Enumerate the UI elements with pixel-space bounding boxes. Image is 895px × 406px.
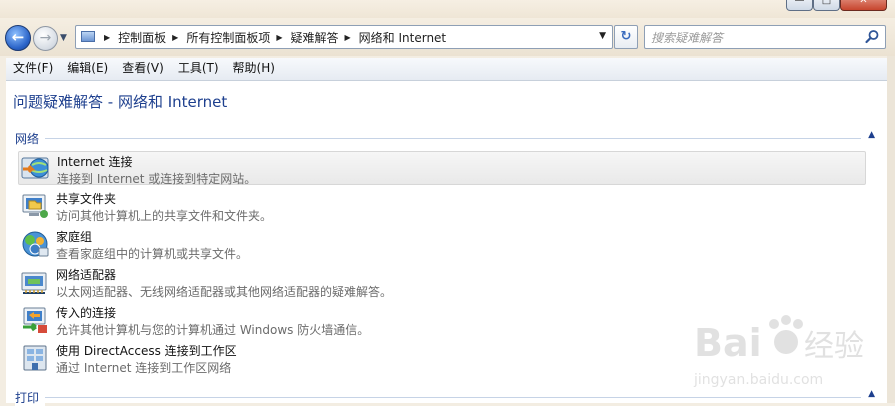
search-input[interactable] — [649, 28, 863, 48]
control-panel-icon — [81, 31, 95, 42]
forward-button[interactable]: → — [33, 26, 58, 51]
breadcrumb-separator[interactable]: ▶ — [276, 33, 282, 42]
internet-connection-icon — [21, 157, 49, 179]
breadcrumb-item-current[interactable]: 网络和 Internet — [359, 29, 446, 46]
item-description: 通过 Internet 连接到工作区网络 — [56, 361, 232, 375]
list-item-internet-connection[interactable]: Internet 连接 连接到 Internet 或连接到特定网站。 — [18, 151, 866, 186]
list-item-shared-folders[interactable]: 共享文件夹 访问其他计算机上的共享文件和文件夹。 — [18, 189, 866, 223]
menu-bar: 文件(F) 编辑(E) 查看(V) 工具(T) 帮助(H) — [6, 58, 887, 81]
item-title[interactable]: 传入的连接 — [56, 304, 116, 321]
item-title[interactable]: 网络适配器 — [56, 266, 116, 283]
recent-pages-dropdown[interactable]: ▼ — [60, 33, 67, 43]
group-label: 打印 — [15, 389, 46, 406]
page-title: 问题疑难解答 - 网络和 Internet — [13, 93, 228, 111]
watermark-url: jingyan.baidu.com — [693, 372, 823, 388]
item-description: 连接到 Internet 或连接到特定网站。 — [57, 172, 257, 186]
menu-file[interactable]: 文件(F) — [6, 58, 60, 80]
directaccess-icon — [23, 345, 47, 371]
item-title[interactable]: 使用 DirectAccess 连接到工作区 — [56, 342, 237, 359]
breadcrumb-separator[interactable]: ▶ — [104, 33, 110, 42]
group-header-network[interactable]: 网络 ▲ — [15, 130, 875, 147]
network-adapter-icon — [21, 272, 47, 294]
back-button[interactable]: ← — [5, 25, 31, 51]
menu-view[interactable]: 查看(V) — [115, 58, 171, 80]
item-description: 查看家庭组中的计算机或共享文件。 — [56, 247, 249, 261]
item-description: 访问其他计算机上的共享文件和文件夹。 — [56, 209, 273, 223]
address-history-dropdown[interactable]: ▼ — [599, 31, 606, 41]
paw-icon — [769, 315, 803, 354]
breadcrumb-item[interactable]: 疑难解答 — [291, 29, 339, 46]
search-icon[interactable] — [864, 29, 880, 45]
shared-folders-icon — [22, 194, 48, 218]
scrollbar[interactable] — [887, 56, 895, 403]
menu-edit[interactable]: 编辑(E) — [60, 58, 115, 80]
window-caption: — □ ✕ — [0, 0, 895, 18]
breadcrumb: ▶ 控制面板 ▶ 所有控制面板项 ▶ 疑难解答 ▶ 网络和 Internet — [98, 26, 446, 48]
address-bar[interactable]: ▶ 控制面板 ▶ 所有控制面板项 ▶ 疑难解答 ▶ 网络和 Internet ▼ — [75, 25, 613, 49]
menu-tools[interactable]: 工具(T) — [171, 58, 226, 80]
breadcrumb-separator[interactable]: ▶ — [345, 33, 351, 42]
list-item-homegroup[interactable]: 家庭组 查看家庭组中的计算机或共享文件。 — [18, 227, 866, 261]
collapse-icon[interactable]: ▲ — [868, 130, 875, 140]
maximize-button[interactable]: □ — [813, 0, 840, 11]
item-description: 允许其他计算机与您的计算机通过 Windows 防火墙通信。 — [56, 323, 370, 337]
list-item-network-adapter[interactable]: 网络适配器 以太网适配器、无线网络适配器或其他网络适配器的疑难解答。 — [18, 265, 866, 299]
group-label: 网络 — [15, 130, 46, 147]
group-divider — [15, 138, 861, 139]
breadcrumb-item[interactable]: 所有控制面板项 — [186, 29, 270, 46]
menu-help[interactable]: 帮助(H) — [226, 58, 282, 80]
item-description: 以太网适配器、无线网络适配器或其他网络适配器的疑难解答。 — [56, 285, 393, 299]
homegroup-icon — [22, 231, 49, 257]
incoming-connections-icon — [23, 307, 47, 333]
item-title[interactable]: 共享文件夹 — [56, 190, 116, 207]
watermark-brand: Bai — [694, 321, 762, 365]
watermark-brand-tail: 经验 — [804, 329, 864, 364]
item-title[interactable]: Internet 连接 — [57, 153, 132, 170]
watermark-logo: Bai 经验 jingyan.baidu.com — [693, 315, 864, 388]
item-title[interactable]: 家庭组 — [56, 228, 92, 245]
breadcrumb-separator[interactable]: ▶ — [172, 33, 178, 42]
breadcrumb-item[interactable]: 控制面板 — [118, 29, 166, 46]
search-box[interactable] — [644, 25, 886, 49]
close-button[interactable]: ✕ — [840, 0, 887, 11]
refresh-button[interactable]: ↻ — [614, 25, 638, 49]
minimize-button[interactable]: — — [786, 0, 813, 11]
